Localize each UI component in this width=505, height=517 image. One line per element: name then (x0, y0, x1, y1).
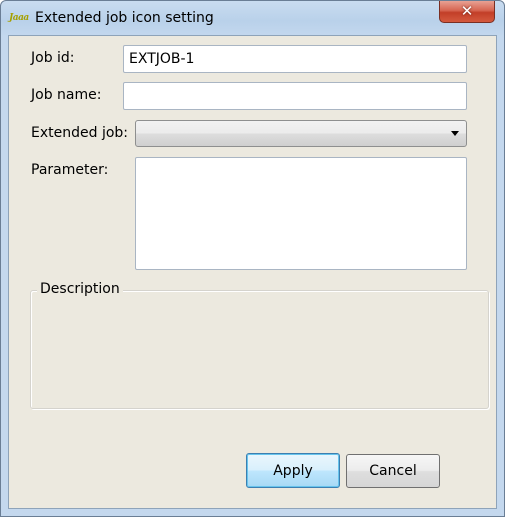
title-bar[interactable]: Jaaa Extended job icon setting ✕ (1, 1, 504, 35)
chevron-down-icon (451, 131, 459, 136)
apply-button[interactable]: Apply (246, 453, 340, 488)
window-title: Extended job icon setting (35, 10, 214, 26)
dialog-body: Job id: EXTJOB-1 Job name: Extended job:… (8, 35, 497, 509)
description-title: Description (37, 281, 123, 297)
close-button[interactable]: ✕ (439, 1, 495, 23)
description-group (30, 290, 489, 409)
extended-job-label: Extended job: (31, 125, 129, 141)
close-icon: ✕ (460, 2, 474, 20)
dialog-window: Jaaa Extended job icon setting ✕ Job id:… (0, 0, 505, 517)
cancel-button[interactable]: Cancel (346, 454, 440, 488)
parameter-field[interactable] (135, 157, 467, 270)
extended-job-dropdown[interactable] (135, 120, 467, 147)
job-id-field[interactable]: EXTJOB-1 (123, 45, 467, 73)
app-icon: Jaaa (9, 13, 29, 23)
job-name-field[interactable] (123, 82, 467, 110)
job-name-label: Job name: (31, 87, 102, 103)
parameter-label: Parameter: (31, 162, 109, 178)
job-id-label: Job id: (31, 50, 75, 66)
